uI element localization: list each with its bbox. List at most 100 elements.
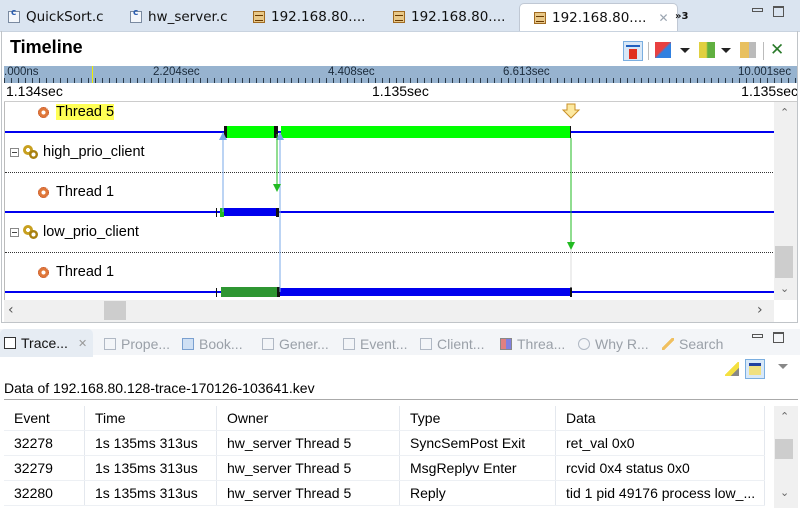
tab-label: Why R...	[595, 336, 649, 352]
time-range-row: 1.134sec 1.135sec 1.135sec	[4, 83, 798, 102]
scroll-up-icon[interactable]: ⌃	[780, 410, 789, 423]
tab-label: 192.168.80....	[271, 8, 366, 25]
timeline-title: Timeline	[10, 37, 83, 57]
highlight-icon[interactable]	[725, 362, 739, 376]
minimize-icon[interactable]	[752, 334, 763, 338]
table-view-icon[interactable]	[745, 359, 765, 379]
ruler-label: 6.613sec	[503, 66, 550, 78]
tab-label: 192.168.80....	[552, 9, 647, 26]
zoom-window-marker[interactable]	[92, 66, 93, 83]
view-menu-icon[interactable]	[778, 364, 788, 369]
c-file-icon	[8, 8, 20, 23]
tab-client-server[interactable]: Client...	[420, 333, 484, 355]
event-marker	[570, 126, 571, 138]
scroll-thumb[interactable]	[775, 246, 793, 278]
table-header-row: Event Time Owner Type Data	[4, 406, 765, 431]
cell-event: 32280	[4, 480, 85, 506]
scroll-up-icon[interactable]: ⌃	[780, 106, 789, 119]
zoom-fit-icon[interactable]	[623, 41, 643, 61]
tab-thread-state[interactable]: Threa...	[500, 333, 565, 355]
editor-tab-trace-1[interactable]: 192.168.80....	[253, 3, 365, 30]
table-vertical-scrollbar[interactable]: ⌃ ⌄	[774, 406, 798, 508]
trace-file-icon	[534, 11, 546, 24]
timeline-vertical-scrollbar[interactable]: ⌃ ⌄	[774, 102, 798, 300]
scroll-thumb[interactable]	[775, 439, 793, 459]
cell-owner: hw_server Thread 5	[216, 480, 400, 506]
running-bar	[281, 126, 571, 138]
scroll-thumb[interactable]	[104, 301, 126, 320]
table-row[interactable]: 32279 1s 135ms 313us hw_server Thread 5 …	[4, 455, 765, 481]
time-mid: 1.135sec	[372, 83, 429, 99]
cell-time: 1s 135ms 313us	[84, 480, 217, 506]
table-row[interactable]: 32280 1s 135ms 313us hw_server Thread 5 …	[4, 480, 765, 506]
editor-tab-bar: QuickSort.c hw_server.c 192.168.80.... 1…	[0, 0, 800, 32]
tab-label: Search	[679, 336, 724, 352]
editor-tab-trace-3[interactable]: 192.168.80.... ✕	[519, 3, 678, 31]
column-header-type[interactable]: Type	[399, 406, 556, 431]
tab-trace[interactable]: Trace... ✕	[0, 329, 94, 357]
column-header-owner[interactable]: Owner	[216, 406, 400, 431]
close-tab-icon[interactable]: ✕	[658, 11, 668, 25]
cell-data: rcvid 0x4 status 0x0	[555, 455, 765, 481]
sigma-icon	[343, 338, 355, 350]
editor-tab-trace-2[interactable]: 192.168.80....	[393, 3, 505, 30]
dropdown-arrow-icon[interactable]	[680, 48, 690, 53]
timeline-horizontal-scrollbar[interactable]: ‹ ›	[4, 300, 774, 322]
scroll-left-icon[interactable]: ‹	[8, 302, 14, 318]
maximize-icon[interactable]	[773, 332, 784, 343]
maximize-icon[interactable]	[773, 6, 784, 17]
scroll-right-icon[interactable]: ›	[757, 302, 763, 318]
scroll-down-icon[interactable]: ⌄	[780, 282, 789, 295]
tab-bookmarks[interactable]: Book...	[182, 333, 243, 355]
cell-type: MsgReplyv Enter	[399, 455, 556, 481]
time-ruler[interactable]: .000ns 2.204sec 4.408sec 6.613sec 10.001…	[4, 66, 798, 83]
cell-time: 1s 135ms 313us	[84, 430, 217, 456]
event-marker	[570, 287, 572, 297]
cell-owner: hw_server Thread 5	[216, 455, 400, 481]
event-marker	[276, 208, 279, 217]
tab-properties[interactable]: Prope...	[104, 333, 170, 355]
sigma-icon	[420, 338, 432, 350]
trace-scroll-icon	[4, 337, 16, 349]
editor-tab-quicksort[interactable]: QuickSort.c	[8, 3, 104, 30]
filter-icon[interactable]	[699, 42, 715, 58]
tab-label: Client...	[437, 336, 485, 352]
arrow-head	[567, 242, 575, 250]
tab-event-statistics[interactable]: Event...	[343, 333, 407, 355]
column-header-data[interactable]: Data	[555, 406, 765, 431]
toolbar-separator	[648, 42, 649, 60]
editor-tab-hw-server[interactable]: hw_server.c	[130, 3, 228, 30]
tab-label: Trace...	[21, 335, 68, 351]
toggle-view-icon[interactable]	[655, 42, 671, 58]
tab-label: Book...	[199, 336, 243, 352]
trace-data-label: Data of 192.168.80.128-trace-170126-1036…	[4, 380, 315, 396]
tab-why-running[interactable]: Why R...	[578, 333, 649, 355]
tab-search[interactable]: Search	[662, 333, 723, 355]
cursor-marker-icon	[561, 103, 581, 119]
tab-general-statistics[interactable]: Gener...	[262, 333, 329, 355]
cell-data: ret_val 0x0	[555, 430, 765, 456]
lock-icon[interactable]	[740, 42, 756, 58]
column-header-event[interactable]: Event	[4, 406, 85, 431]
minimize-icon[interactable]	[752, 8, 763, 12]
cell-event: 32278	[4, 430, 85, 456]
cell-owner: hw_server Thread 5	[216, 430, 400, 456]
dropdown-arrow-icon[interactable]	[721, 48, 731, 53]
overflow-tabs-button[interactable]: »3	[675, 3, 688, 30]
cell-time: 1s 135ms 313us	[84, 455, 217, 481]
close-icon[interactable]: ✕	[770, 40, 786, 60]
cell-data: tid 1 pid 49176 process low_...	[555, 480, 765, 506]
trace-file-icon	[253, 10, 265, 23]
cell-type: Reply	[399, 480, 556, 506]
tab-label: Threa...	[517, 336, 566, 352]
bookmark-icon	[182, 338, 194, 350]
scroll-down-icon[interactable]: ⌄	[780, 486, 789, 499]
tab-label: Gener...	[279, 336, 329, 352]
table-row[interactable]: 32278 1s 135ms 313us hw_server Thread 5 …	[4, 430, 765, 456]
thread-state-icon	[500, 338, 512, 350]
blocked-bar	[280, 288, 570, 296]
tab-label: QuickSort.c	[26, 8, 104, 25]
column-header-time[interactable]: Time	[84, 406, 217, 431]
timeline-canvas[interactable]: Thread 5 high_prio_client Thread 1 low_p…	[4, 102, 775, 300]
close-tab-icon[interactable]: ✕	[78, 337, 87, 350]
